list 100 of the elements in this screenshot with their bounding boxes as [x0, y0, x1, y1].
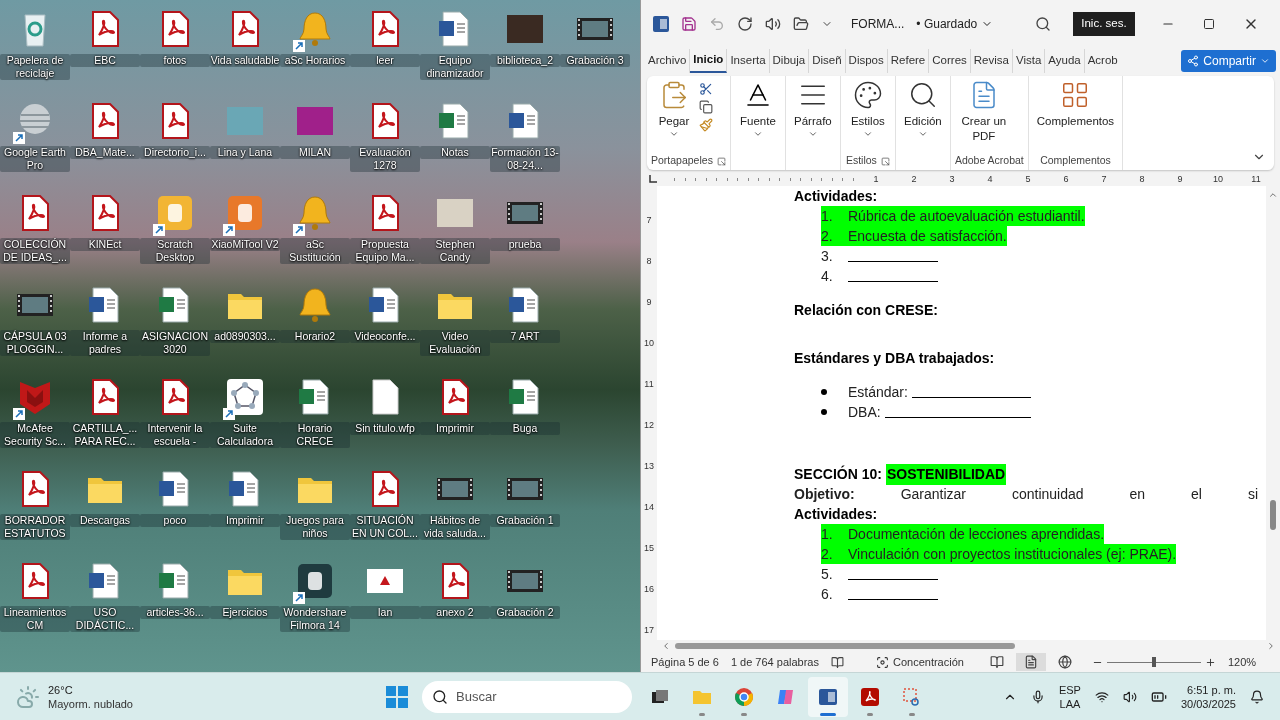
maximize-icon[interactable]: [1202, 18, 1215, 30]
icon-label: Grabación 2: [490, 606, 560, 619]
word-logo-icon[interactable]: [653, 16, 669, 32]
volume-icon[interactable]: [1122, 689, 1137, 704]
search-icon: [432, 688, 448, 705]
ribbon-command-button[interactable]: Párrafo: [789, 80, 836, 139]
section-title: SECCIÓN 10:: [794, 464, 882, 484]
language-indicator[interactable]: ESP LAA: [1058, 682, 1081, 711]
icon-label: Google Earth Pro: [0, 146, 70, 172]
ribbon-tab[interactable]: Inserta: [727, 49, 770, 73]
read-aloud-icon[interactable]: [765, 16, 781, 32]
ribbon-tab[interactable]: Refere: [887, 49, 930, 73]
icon-label: KINEct: [70, 238, 140, 251]
icon-label: Stephen Candy: [420, 238, 490, 264]
print-view-button[interactable]: [1015, 653, 1046, 671]
copy-icon[interactable]: [699, 100, 713, 114]
icon-label: Horario2: [280, 330, 350, 343]
zoom-percentage[interactable]: 120%: [1227, 653, 1257, 671]
proofing-icon[interactable]: [830, 655, 844, 669]
icon-label: Evaluación 1278: [350, 146, 420, 172]
icon-label: Lina y Lana: [210, 146, 280, 159]
list-number: 3.: [821, 246, 834, 266]
document-heading: Actividades:: [794, 186, 878, 206]
ribbon-tab[interactable]: Inicio: [690, 49, 728, 73]
ribbon-tab[interactable]: Dibuja: [769, 49, 810, 73]
search-field[interactable]: Buscar: [422, 680, 632, 713]
scroll-left-icon[interactable]: [661, 641, 671, 651]
icon-label: Informe a padres: [70, 330, 140, 356]
zoom-in-icon[interactable]: [1204, 656, 1216, 668]
ruler-number: 15: [644, 541, 654, 555]
temperature-text[interactable]: 26°C: [48, 682, 133, 697]
page-icon: [1023, 655, 1038, 669]
ribbon-command-button[interactable]: Edición: [899, 80, 946, 139]
ribbon-tab[interactable]: Acrob: [1084, 49, 1121, 73]
sign-in-button[interactable]: Inic. ses.: [1073, 12, 1135, 36]
scroll-right-icon[interactable]: [1266, 641, 1276, 651]
network-nodes-icon[interactable]: [225, 377, 265, 417]
focus-mode-button[interactable]: Concentración: [875, 653, 964, 671]
notification-icon[interactable]: [1250, 689, 1264, 704]
list-item-text: Encuesta de satisfacción.: [848, 226, 1007, 246]
icon-label: Sin titulo.wfp: [350, 422, 420, 435]
zoom-slider-thumb[interactable]: [1151, 657, 1156, 667]
list-number: 4.: [821, 266, 834, 286]
ribbon-command-button[interactable]: Crear un PDF: [954, 80, 1013, 144]
horizontal-scrollbar[interactable]: [657, 640, 1280, 652]
ribbon-tab[interactable]: Revisa: [970, 49, 1013, 73]
ribbon-tab[interactable]: Dispos: [845, 49, 888, 73]
scrollbar-thumb[interactable]: [675, 643, 1015, 649]
ribbon-tab[interactable]: Archivo: [645, 49, 691, 73]
save-icon[interactable]: [681, 16, 697, 32]
ribbon-tab[interactable]: Diseñ: [809, 49, 846, 73]
save-status-button[interactable]: • Guardado: [916, 15, 994, 33]
list-number: 5.: [821, 564, 834, 584]
zoom-slider[interactable]: [1106, 657, 1201, 667]
redo-icon[interactable]: [737, 16, 753, 32]
ribbon-tab[interactable]: Ayuda: [1045, 49, 1085, 73]
start-menu-icon[interactable]: [386, 685, 408, 708]
ribbon-command-button[interactable]: Complementos: [1032, 80, 1119, 129]
search-icon[interactable]: [1035, 16, 1052, 32]
list-item-text: Documentación de lecciones aprendidas.: [848, 524, 1105, 544]
weather-condition[interactable]: Mayorm. nublado: [48, 696, 133, 711]
scroll-up-icon[interactable]: [1268, 190, 1278, 200]
icon-label: Propuesta Equipo Ma...: [350, 238, 420, 264]
clock[interactable]: 6:51 p. m. 30/03/2025: [1180, 682, 1236, 711]
group-label: Adobe Acrobat: [954, 153, 1024, 169]
open-folder-icon[interactable]: [793, 16, 809, 32]
ribbon-tab[interactable]: Vista: [1012, 49, 1046, 73]
app-icon[interactable]: [295, 561, 335, 601]
bullet-icon: [821, 409, 827, 415]
dialog-launcher-icon[interactable]: [716, 156, 726, 166]
icon-label: Juegos para niños: [280, 514, 350, 540]
highlighted-title: SOSTENIBILIDAD: [885, 463, 1007, 485]
ribbon-command-button[interactable]: Estilos: [844, 80, 891, 139]
icon-label: Grabación 3: [560, 54, 630, 67]
ribbon-command-button[interactable]: Pegar: [651, 80, 697, 139]
icon-label: Lineamientos CM: [0, 606, 70, 632]
microphone-icon[interactable]: [1030, 689, 1045, 704]
styles-icon: [852, 80, 883, 110]
tab-selector-icon[interactable]: [649, 175, 657, 183]
document-heading: Estándares y DBA trabajados:: [794, 348, 995, 368]
ribbon-tab[interactable]: Corres: [929, 49, 971, 73]
group-label: Portapapeles: [651, 153, 713, 169]
ruler-number: 13: [644, 459, 654, 473]
book-icon: [989, 655, 1004, 669]
scrollbar-thumb[interactable]: [1270, 500, 1276, 530]
icon-label: COLECCIÓN DE IDEAS_...: [0, 238, 70, 264]
document-heading: Actividades:: [794, 504, 878, 524]
word-count[interactable]: 1 de 764 palabras: [730, 653, 819, 671]
icon-label: aSc Horarios: [280, 54, 350, 67]
icon-label: CÁPSULA 03 PLOGGIN...: [0, 330, 70, 356]
wifi-icon[interactable]: [1094, 689, 1109, 704]
page-count[interactable]: Página 5 de 6: [651, 653, 719, 671]
cut-icon[interactable]: [699, 82, 713, 96]
icon-label: Ejercicios: [210, 606, 280, 619]
icon-label: poco: [140, 514, 210, 527]
ribbon-command-button[interactable]: Fuente: [734, 80, 781, 139]
share-button[interactable]: Compartir: [1181, 50, 1276, 72]
word-taskbar-button[interactable]: [808, 676, 848, 717]
list-number: 1.: [821, 206, 834, 226]
dialog-launcher-icon[interactable]: [880, 156, 890, 166]
